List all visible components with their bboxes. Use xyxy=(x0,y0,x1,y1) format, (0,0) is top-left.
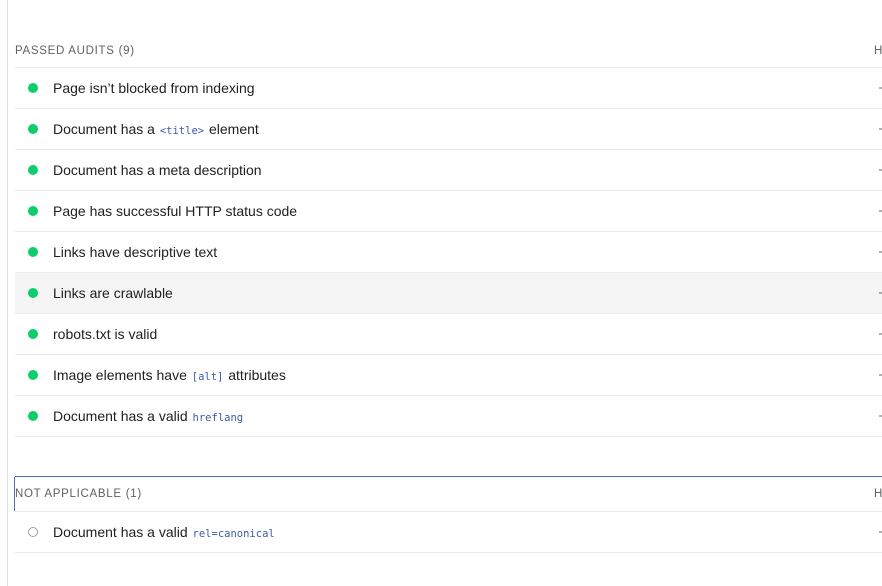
audit-row[interactable]: Document has a <title> element xyxy=(15,109,882,150)
audit-title-text: element xyxy=(205,121,259,137)
audit-title: Links are crawlable xyxy=(53,285,173,301)
audit-title: Page isn’t blocked from indexing xyxy=(53,80,255,96)
pass-status-icon xyxy=(28,165,38,175)
pass-status-icon xyxy=(28,83,38,93)
code-snippet: rel=canonical xyxy=(192,528,275,540)
panel-left-border xyxy=(7,0,8,586)
audit-panel: Passed audits (9) Hide Page isn’t blocke… xyxy=(0,0,882,586)
audit-title-text: Document has a meta description xyxy=(53,162,262,178)
audit-row[interactable]: Image elements have [alt] attributes xyxy=(15,355,882,396)
passed-audits-hide-toggle[interactable]: Hide xyxy=(874,34,882,67)
audit-row[interactable]: Page isn’t blocked from indexing xyxy=(15,68,882,109)
not-applicable-hide-toggle[interactable]: Hide xyxy=(874,477,882,511)
not-applicable-group: Not applicable (1) Hide Document has a v… xyxy=(14,476,882,553)
pass-status-icon xyxy=(28,206,38,216)
code-snippet: hreflang xyxy=(192,412,244,424)
audit-title: Links have descriptive text xyxy=(53,244,217,260)
pass-status-icon xyxy=(28,411,38,421)
audit-title: robots.txt is valid xyxy=(53,326,157,342)
audit-title-text: Document has a xyxy=(53,121,159,137)
focus-outline xyxy=(14,477,15,511)
pass-status-icon xyxy=(28,329,38,339)
audit-row[interactable]: Document has a meta description xyxy=(15,150,882,191)
passed-audits-list: Page isn’t blocked from indexing Document… xyxy=(15,68,882,437)
audit-title: Image elements have [alt] attributes xyxy=(53,367,286,383)
audit-title-text: Document has a valid xyxy=(53,524,192,540)
audit-title: Document has a <title> element xyxy=(53,121,259,137)
not-applicable-list: Document has a valid rel=canonical xyxy=(15,512,882,553)
passed-audits-count: (9) xyxy=(118,44,135,57)
audit-title: Document has a valid rel=canonical xyxy=(53,524,276,540)
audit-row[interactable]: Links are crawlable xyxy=(15,273,882,314)
not-applicable-header[interactable]: Not applicable (1) Hide xyxy=(14,476,882,512)
audit-row[interactable]: Page has successful HTTP status code xyxy=(15,191,882,232)
audit-title-text: Page isn’t blocked from indexing xyxy=(53,80,255,96)
pass-status-icon xyxy=(28,288,38,298)
code-snippet: [alt] xyxy=(191,371,224,383)
audit-title-text: Links have descriptive text xyxy=(53,244,218,260)
audit-row[interactable]: Document has a valid hreflang xyxy=(15,396,882,437)
audit-title-text: Page has successful HTTP status code xyxy=(53,203,298,219)
audit-title-text: Links are crawlable xyxy=(53,285,173,301)
audit-title-text: attributes xyxy=(224,367,286,383)
pass-status-icon xyxy=(28,247,38,257)
not-applicable-label: Not applicable xyxy=(15,488,122,500)
passed-audits-header[interactable]: Passed audits (9) Hide xyxy=(15,34,882,68)
pass-status-icon xyxy=(28,124,38,134)
passed-audits-label: Passed audits xyxy=(15,44,115,57)
audit-title: Document has a meta description xyxy=(53,162,262,178)
audit-row[interactable]: robots.txt is valid xyxy=(15,314,882,355)
code-snippet: <title> xyxy=(159,125,205,137)
audit-row[interactable]: Document has a valid rel=canonical xyxy=(15,512,882,553)
audit-title: Page has successful HTTP status code xyxy=(53,203,297,219)
audit-row[interactable]: Links have descriptive text xyxy=(15,232,882,273)
audit-title-text: Image elements have xyxy=(53,367,191,383)
audit-title-text: robots.txt is valid xyxy=(53,326,158,342)
not-applicable-status-icon xyxy=(28,527,38,537)
pass-status-icon xyxy=(28,370,38,380)
audit-title: Document has a valid hreflang xyxy=(53,408,244,424)
passed-audits-group: Passed audits (9) Hide Page isn’t blocke… xyxy=(15,34,882,437)
not-applicable-count: (1) xyxy=(125,488,142,500)
audit-title-text: Document has a valid xyxy=(53,408,192,424)
